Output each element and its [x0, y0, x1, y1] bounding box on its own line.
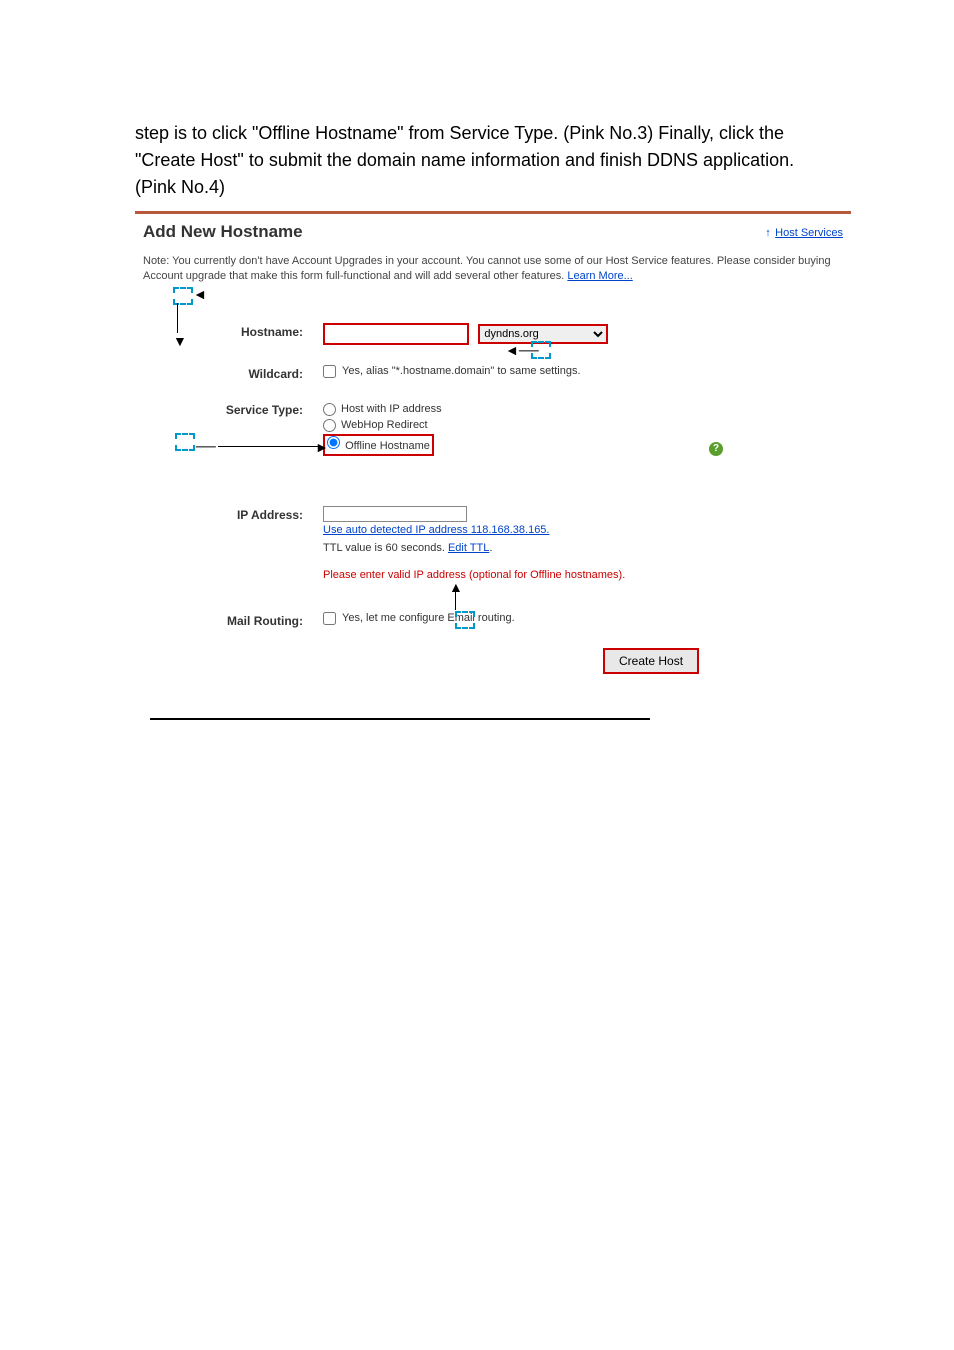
service-type-label: Service Type:: [143, 401, 323, 417]
radio-host-ip-label: Host with IP address: [341, 401, 442, 418]
wildcard-text: Yes, alias "*.hostname.domain" to same s…: [342, 365, 581, 377]
auto-detect-ip-link[interactable]: Use auto detected IP address 118.168.38.…: [323, 524, 549, 536]
learn-more-link[interactable]: Learn More...: [567, 270, 632, 282]
mail-routing-checkbox[interactable]: [323, 612, 336, 625]
hostname-input[interactable]: [323, 323, 469, 345]
radio-host-ip[interactable]: [323, 403, 336, 416]
create-host-button[interactable]: Create Host: [603, 648, 699, 674]
annotation-marker-1: [173, 287, 193, 305]
host-services-link[interactable]: Host Services: [775, 227, 843, 239]
annotation-arrow-3a: ──: [196, 438, 216, 454]
footer-divider: [150, 718, 650, 720]
instruction-text: step is to click "Offline Hostname" from…: [135, 120, 819, 201]
ttl-text: TTL value is 60 seconds.: [323, 542, 448, 554]
annotation-line-1: [177, 303, 178, 333]
screenshot-panel: Add New Hostname ↑ Host Services Note: Y…: [135, 211, 851, 698]
ip-address-label: IP Address:: [143, 506, 323, 522]
up-arrow-icon: ↑: [765, 227, 771, 239]
radio-webhop-label: WebHop Redirect: [341, 417, 428, 434]
mail-routing-text: Yes, let me configure Email routing.: [342, 612, 515, 624]
annotation-arrowhead-1: ▼: [173, 333, 187, 349]
annotation-marker-3: [175, 433, 195, 451]
help-icon[interactable]: ?: [709, 442, 723, 456]
annotation-arrow-1: ◄: [193, 286, 207, 302]
account-note: Note: You currently don't have Account U…: [143, 254, 843, 285]
mail-routing-label: Mail Routing:: [143, 612, 323, 628]
edit-ttl-link[interactable]: Edit TTL: [448, 542, 489, 554]
radio-webhop[interactable]: [323, 419, 336, 432]
annotation-arrow-2: ◄──: [505, 342, 539, 358]
hostname-label: Hostname:: [143, 323, 323, 339]
ip-address-input[interactable]: [323, 506, 467, 522]
annotation-arrowhead-3: ►: [315, 439, 329, 455]
wildcard-checkbox[interactable]: [323, 365, 336, 378]
page-title: Add New Hostname: [143, 222, 303, 242]
annotation-marker-4: [455, 611, 475, 629]
radio-offline[interactable]: [327, 436, 340, 449]
annotation-line-3: [218, 446, 318, 447]
radio-offline-label: Offline Hostname: [345, 440, 430, 452]
ip-error-text: Please enter valid IP address (optional …: [323, 568, 843, 583]
annotation-arrowhead-4: ▲: [449, 579, 463, 595]
wildcard-label: Wildcard:: [143, 365, 323, 381]
